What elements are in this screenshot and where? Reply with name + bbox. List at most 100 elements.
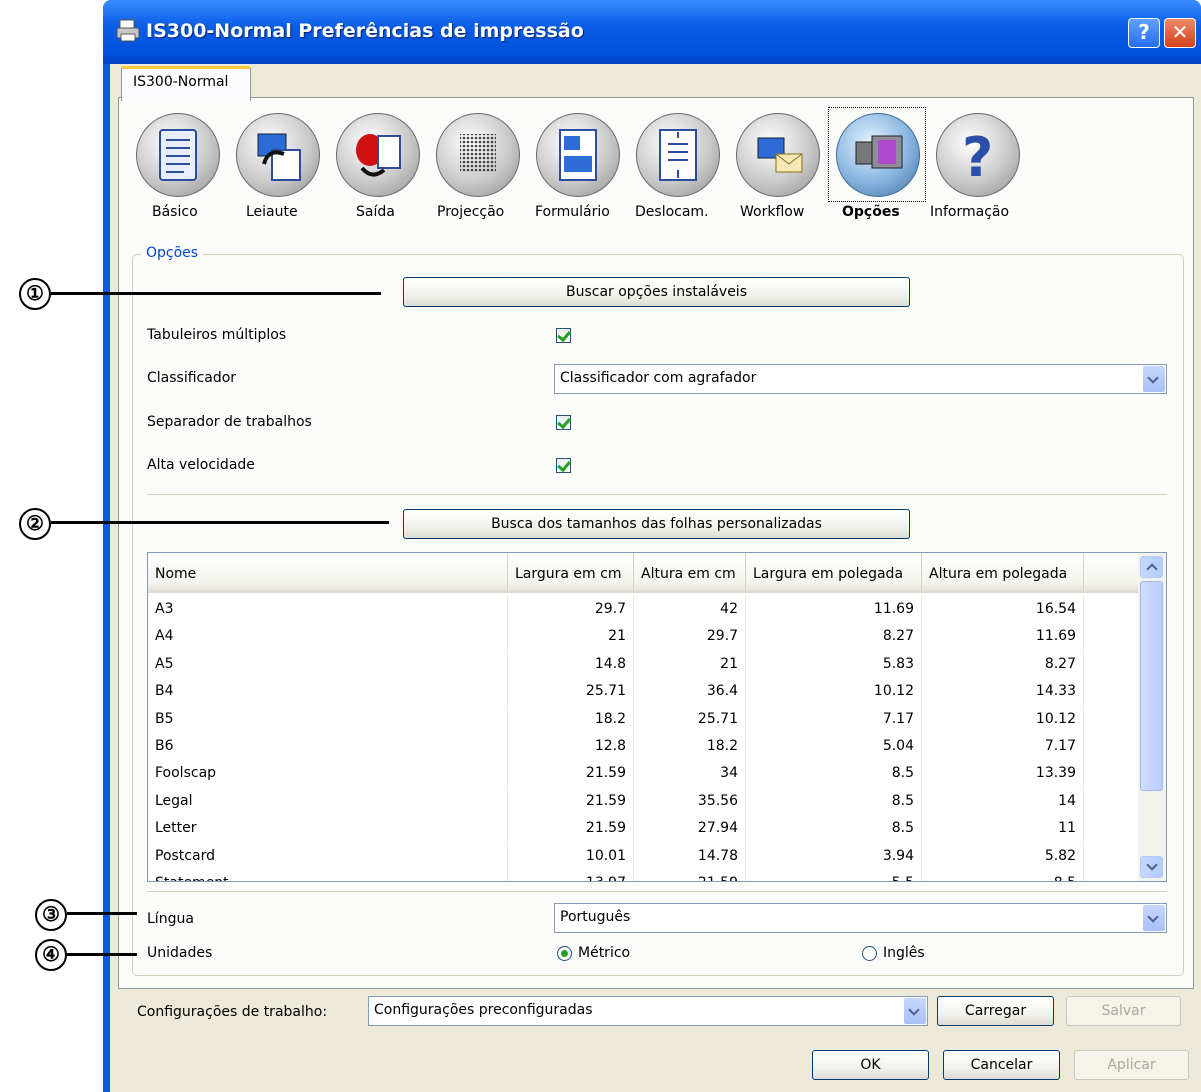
paper-sizes-table[interactable]: Nome Largura em cm Altura em cm Largura …	[147, 552, 1167, 882]
table-row[interactable]: A5 14.8 21 5.83 8.27	[148, 649, 1140, 677]
cell-value: 27.94	[634, 814, 746, 842]
cell-value: 11.69	[922, 622, 1084, 650]
scroll-down-button[interactable]	[1140, 856, 1163, 878]
multi-tray-label: Tabuleiros múltiplos	[147, 327, 287, 343]
sorter-value: Classificador com agrafador	[560, 370, 757, 386]
job-settings-value: Configurações preconfiguradas	[374, 1002, 593, 1018]
language-select[interactable]: Português	[554, 903, 1167, 933]
shift-category-button[interactable]	[636, 113, 720, 197]
options-category-button[interactable]	[836, 113, 920, 197]
cell-value: 21.59	[508, 759, 634, 787]
cell-value: 8.5	[922, 869, 1084, 881]
category-label-workflow: Workflow	[740, 204, 805, 220]
cell-value: 21.59	[634, 869, 746, 881]
cell-value: 3.94	[746, 841, 922, 869]
column-header-filler	[1084, 553, 1140, 593]
document-icon	[159, 129, 197, 181]
scroll-thumb[interactable]	[1140, 581, 1163, 791]
cell-value: 25.71	[634, 704, 746, 732]
column-header-altura-pol[interactable]: Altura em polegada	[922, 553, 1084, 593]
save-button[interactable]: Salvar	[1066, 996, 1181, 1026]
cell-value: 25.71	[508, 677, 634, 705]
cell-value: 21	[508, 622, 634, 650]
table-row[interactable]: B4 25.71 36.4 10.12 14.33	[148, 677, 1140, 705]
fetch-custom-sizes-button[interactable]: Busca dos tamanhos das folhas personaliz…	[403, 509, 910, 539]
table-row[interactable]: B6 12.8 18.2 5.04 7.17	[148, 732, 1140, 759]
cell-value: 14	[922, 786, 1084, 814]
form-category-button[interactable]	[536, 113, 620, 197]
cell-filler	[1084, 869, 1140, 881]
printer-icon	[115, 18, 141, 44]
multi-tray-checkbox[interactable]	[556, 328, 571, 343]
load-button[interactable]: Carregar	[937, 996, 1054, 1026]
cell-filler	[1084, 704, 1140, 732]
projection-category-button[interactable]	[436, 113, 520, 197]
cell-value: 5.04	[746, 732, 922, 759]
output-category-button[interactable]	[336, 113, 420, 197]
cell-value: 36.4	[634, 677, 746, 705]
cell-value: 42	[634, 595, 746, 622]
column-header-largura-pol[interactable]: Largura em polegada	[746, 553, 922, 593]
column-header-altura-cm[interactable]: Altura em cm	[634, 553, 746, 593]
callout-4: ④	[35, 939, 67, 971]
svg-text:?: ?	[962, 128, 993, 184]
category-label-formulario: Formulário	[535, 204, 610, 220]
table-row[interactable]: Postcard 10.01 14.78 3.94 5.82	[148, 841, 1140, 869]
cell-value: 21	[634, 649, 746, 677]
table-row[interactable]: Letter 21.59 27.94 8.5 11	[148, 814, 1140, 842]
ok-button[interactable]: OK	[812, 1050, 929, 1080]
category-label-opcoes: Opções	[842, 204, 900, 220]
cell-value: 5.5	[746, 869, 922, 881]
cell-value: 8.27	[922, 649, 1084, 677]
cell-filler	[1084, 649, 1140, 677]
cell-filler	[1084, 595, 1140, 622]
column-header-largura-cm[interactable]: Largura em cm	[508, 553, 634, 593]
cell-value: 34	[634, 759, 746, 787]
cell-name: B6	[148, 732, 508, 759]
cell-value: 21.59	[508, 786, 634, 814]
help-button[interactable]: ?	[1128, 18, 1160, 48]
callout-3-leader	[67, 912, 137, 915]
cell-value: 10.12	[746, 677, 922, 705]
job-separator-checkbox[interactable]	[556, 415, 571, 430]
unit-metric-label[interactable]: Métrico	[578, 945, 630, 961]
cell-name: Postcard	[148, 841, 508, 869]
close-button[interactable]: ✕	[1164, 18, 1196, 48]
cell-value: 8.5	[746, 759, 922, 787]
cell-value: 14.8	[508, 649, 634, 677]
cell-value: 21.59	[508, 814, 634, 842]
table-row[interactable]: Legal 21.59 35.56 8.5 14	[148, 786, 1140, 814]
sorter-select[interactable]: Classificador com agrafador	[554, 364, 1167, 394]
unit-metric-radio[interactable]	[557, 946, 572, 961]
high-speed-checkbox[interactable]	[556, 458, 571, 473]
fetch-installable-options-button[interactable]: Buscar opções instaláveis	[403, 277, 910, 307]
unit-english-radio[interactable]	[862, 946, 877, 961]
table-row[interactable]: A3 29.7 42 11.69 16.54	[148, 595, 1140, 622]
job-settings-select[interactable]: Configurações preconfiguradas	[368, 996, 928, 1026]
cell-value: 18.2	[508, 704, 634, 732]
column-header-nome[interactable]: Nome	[148, 553, 508, 593]
layout-icon	[257, 133, 301, 181]
cell-value: 11	[922, 814, 1084, 842]
chevron-down-icon[interactable]	[1143, 366, 1165, 392]
scroll-up-button[interactable]	[1140, 556, 1163, 578]
workflow-category-button[interactable]	[736, 113, 820, 197]
unit-english-label[interactable]: Inglês	[883, 945, 925, 961]
units-label: Unidades	[147, 945, 213, 961]
table-row[interactable]: Foolscap 21.59 34 8.5 13.39	[148, 759, 1140, 787]
cell-value: 10.12	[922, 704, 1084, 732]
chevron-down-icon[interactable]	[904, 998, 926, 1024]
table-row[interactable]: A4 21 29.7 8.27 11.69	[148, 622, 1140, 650]
chevron-down-icon[interactable]	[1143, 905, 1165, 931]
basic-category-button[interactable]	[136, 113, 220, 197]
cell-value: 8.5	[746, 814, 922, 842]
cancel-button[interactable]: Cancelar	[943, 1050, 1060, 1080]
information-category-button[interactable]: ?	[936, 113, 1020, 197]
table-row[interactable]: Statement13.9721.595.58.5	[148, 869, 1140, 881]
table-row[interactable]: B5 18.2 25.71 7.17 10.12	[148, 704, 1140, 732]
cell-value: 10.01	[508, 841, 634, 869]
table-scrollbar[interactable]	[1138, 553, 1166, 881]
callout-2: ②	[19, 508, 51, 540]
apply-button[interactable]: Aplicar	[1074, 1050, 1189, 1080]
layout-category-button[interactable]	[236, 113, 320, 197]
